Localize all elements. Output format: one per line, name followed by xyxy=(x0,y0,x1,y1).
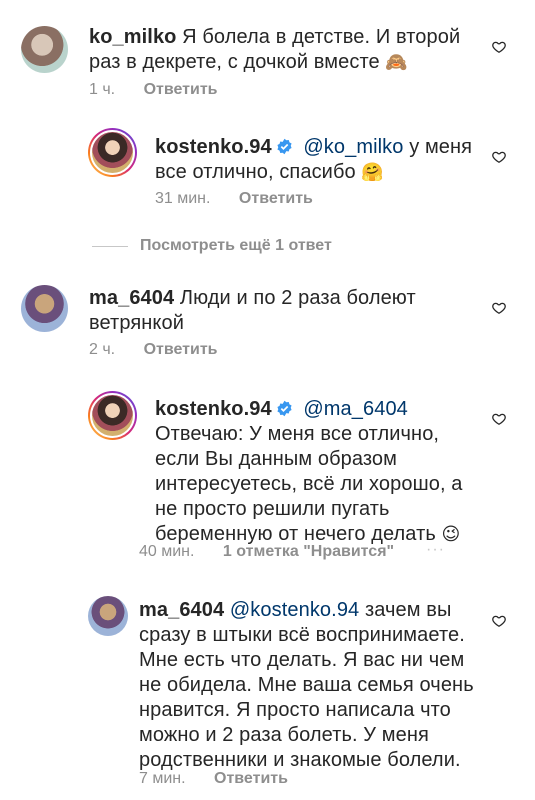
avatar[interactable] xyxy=(21,26,68,73)
username[interactable]: ma_6404 xyxy=(139,599,224,621)
comment-text: ko_milko Я болела в детстве. И второй ра… xyxy=(89,25,469,75)
reply-button[interactable]: Ответить xyxy=(214,770,288,787)
comment-meta: 7 мин. Ответить xyxy=(139,770,312,788)
comment-meta: 1 ч. Ответить xyxy=(89,81,242,99)
comment-body: зачем вы сразу в штыки всё воспринимаете… xyxy=(139,599,474,771)
verified-badge-icon xyxy=(277,138,292,155)
avatar[interactable] xyxy=(88,128,137,177)
heart-icon[interactable] xyxy=(492,40,506,54)
comment-meta: 40 мин. 1 отметка "Нравится" xyxy=(139,543,418,561)
mention-link[interactable]: @ma_6404 xyxy=(303,398,408,420)
likes-count[interactable]: 1 отметка "Нравится" xyxy=(223,543,394,560)
emoji: 🙈 xyxy=(385,52,408,72)
username[interactable]: kostenko.94 xyxy=(155,398,272,420)
comment-text: ma_6404 @kostenko.94 зачем вы сразу в шт… xyxy=(139,598,479,773)
heart-icon[interactable] xyxy=(492,150,506,164)
avatar[interactable] xyxy=(88,596,128,636)
emoji: 🤗 xyxy=(361,162,384,182)
timestamp: 40 мин. xyxy=(139,543,195,560)
comment-text: kostenko.94 @ma_6404 Отвечаю: У меня все… xyxy=(155,397,475,547)
username[interactable]: kostenko.94 xyxy=(155,136,272,158)
divider-line xyxy=(92,245,128,247)
heart-icon[interactable] xyxy=(492,614,506,628)
avatar[interactable] xyxy=(88,391,137,440)
timestamp: 7 мин. xyxy=(139,770,186,787)
timestamp: 2 ч. xyxy=(89,341,116,358)
mention-link[interactable]: @ko_milko xyxy=(303,136,403,158)
timestamp: 1 ч. xyxy=(89,81,116,98)
more-options-icon[interactable]: ··· xyxy=(426,541,445,559)
username[interactable]: ko_milko xyxy=(89,26,177,48)
comment-meta: 31 мин. Ответить xyxy=(155,190,337,208)
mention-link[interactable]: @kostenko.94 xyxy=(230,599,359,621)
view-more-replies-button[interactable]: Посмотреть ещё 1 ответ xyxy=(92,237,332,255)
username[interactable]: ma_6404 xyxy=(89,287,174,309)
comment-text: ma_6404 Люди и по 2 раза болеют ветрянко… xyxy=(89,286,419,336)
heart-icon[interactable] xyxy=(492,301,506,315)
comment-text: kostenko.94 @ko_milko у меня все отлично… xyxy=(155,135,475,185)
timestamp: 31 мин. xyxy=(155,190,211,207)
reply-button[interactable]: Ответить xyxy=(144,81,218,98)
reply-button[interactable]: Ответить xyxy=(239,190,313,207)
reply-button[interactable]: Ответить xyxy=(144,341,218,358)
verified-badge-icon xyxy=(277,400,292,417)
comment-body: Отвечаю: У меня все отлично, если Вы дан… xyxy=(155,423,463,545)
heart-icon[interactable] xyxy=(492,412,506,426)
avatar[interactable] xyxy=(21,285,68,332)
view-more-replies-label: Посмотреть ещё 1 ответ xyxy=(140,237,332,254)
comment-meta: 2 ч. Ответить xyxy=(89,341,242,359)
